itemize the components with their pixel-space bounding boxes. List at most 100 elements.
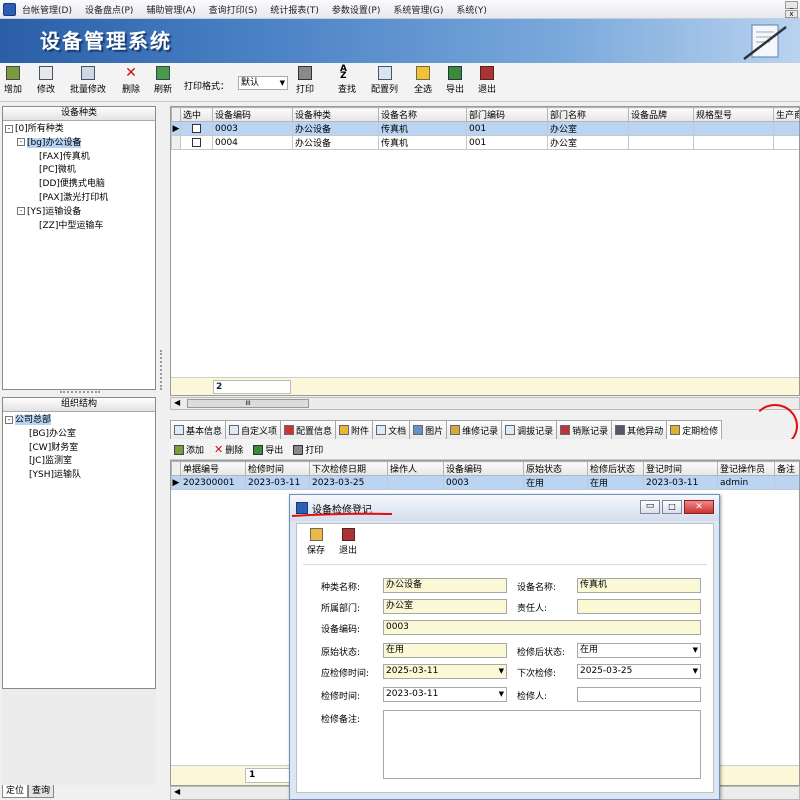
tree-node[interactable]: - [bg]办公设备 [5, 137, 108, 151]
close-icon[interactable]: ✕ [684, 500, 714, 514]
col-header[interactable]: 设备名称 [378, 107, 467, 122]
print-button[interactable]: 打印 [296, 66, 314, 95]
cell[interactable]: 2023-03-11 [643, 475, 718, 490]
maximize-icon[interactable]: □ [662, 500, 682, 514]
after-status-select[interactable]: 在用 [577, 643, 701, 658]
col-header[interactable]: 操作人 [387, 461, 444, 476]
dept-field[interactable]: 办公室 [383, 599, 507, 614]
cell[interactable]: 202300001 [180, 475, 246, 490]
dialog-exit-button[interactable]: 退出 [339, 528, 357, 556]
table-row[interactable]: ▶ 202300001 2023-03-11 2023-03-25 0003 在… [171, 475, 799, 490]
tree-node[interactable]: [ZZ]中型运输车 [5, 220, 108, 234]
tree-node[interactable]: - 公司总部 [5, 414, 81, 428]
scroll-thumb[interactable]: III [187, 399, 309, 408]
config-columns-button[interactable]: 配置列 [371, 66, 398, 95]
col-header[interactable]: 备注 [774, 461, 799, 476]
col-header[interactable]: 生产商 [773, 107, 799, 122]
splitter-handle[interactable] [60, 391, 100, 395]
tab-config[interactable]: 配置信息 [280, 420, 337, 439]
tree-node[interactable]: [BG]办公室 [5, 428, 81, 442]
tab-repair[interactable]: 维修记录 [446, 420, 503, 439]
device-name-field[interactable]: 传真机 [577, 578, 701, 593]
col-header[interactable]: 设备编码 [212, 107, 293, 122]
cell[interactable] [628, 135, 694, 150]
col-header[interactable]: 规格型号 [693, 107, 774, 122]
select-all-button[interactable]: 全选 [414, 66, 432, 95]
cell[interactable]: 在用 [523, 475, 588, 490]
cell[interactable]: 0004 [212, 135, 293, 150]
cell[interactable]: 0003 [212, 121, 293, 136]
menu-ledger[interactable]: 台帐管理(D) [22, 3, 72, 16]
cell[interactable]: 2023-03-25 [309, 475, 388, 490]
menu-system[interactable]: 系统(Y) [456, 3, 487, 16]
cell[interactable] [693, 135, 774, 150]
cell[interactable]: 办公室 [547, 135, 629, 150]
remark-textarea[interactable] [383, 710, 701, 779]
tab-basic-info[interactable]: 基本信息 [170, 420, 227, 439]
tree-node[interactable]: [PC]微机 [5, 164, 108, 178]
tab-image[interactable]: 图片 [409, 420, 448, 439]
cell[interactable] [773, 121, 799, 136]
col-header[interactable]: 原始状态 [523, 461, 588, 476]
cell[interactable]: 办公设备 [292, 121, 379, 136]
scroll-left-icon[interactable]: ◀ [174, 398, 180, 407]
next-select[interactable]: 2025-03-25 [577, 664, 701, 679]
collapse-icon[interactable]: - [17, 138, 25, 147]
add-button[interactable]: 增加 [4, 66, 22, 95]
refresh-button[interactable]: 刷新 [154, 66, 172, 95]
edit-button[interactable]: 修改 [37, 66, 55, 95]
cell[interactable] [774, 475, 799, 490]
minimize-icon[interactable]: ▭ [640, 500, 660, 514]
tab-query[interactable]: 查询 [28, 785, 55, 798]
col-header[interactable]: 登记时间 [643, 461, 718, 476]
cell[interactable]: 办公设备 [292, 135, 379, 150]
menu-sysmgmt[interactable]: 系统管理(G) [393, 3, 443, 16]
minimize-button[interactable]: _ [785, 1, 798, 9]
tab-document[interactable]: 文档 [372, 420, 411, 439]
dialog-save-button[interactable]: 保存 [307, 528, 325, 556]
sub-print-button[interactable]: 打印 [293, 443, 323, 456]
tree-node[interactable]: [YSH]运输队 [5, 469, 81, 483]
tab-periodic-maintenance[interactable]: 定期检修 [666, 420, 723, 439]
delete-button[interactable]: ✕ 删除 [122, 66, 140, 95]
col-header[interactable]: 设备品牌 [628, 107, 694, 122]
select-checkbox-cell[interactable] [180, 135, 213, 150]
col-header[interactable]: 检修时间 [245, 461, 310, 476]
sub-add-button[interactable]: 添加 [174, 443, 204, 456]
cell[interactable]: 办公室 [547, 121, 629, 136]
tree-node[interactable]: [JC]监测室 [5, 455, 81, 469]
tree-node[interactable]: [DD]便携式电脑 [5, 178, 108, 192]
select-checkbox[interactable] [192, 123, 201, 133]
col-header[interactable]: 检修后状态 [587, 461, 644, 476]
cell[interactable] [628, 121, 694, 136]
scroll-left-icon[interactable]: ◀ [174, 787, 180, 796]
menu-aux[interactable]: 辅助管理(A) [146, 3, 195, 16]
horizontal-scrollbar[interactable]: ◀ III [170, 397, 800, 410]
col-header[interactable]: 单据编号 [180, 461, 246, 476]
find-button[interactable]: A Z 查找 [338, 65, 356, 96]
export-button[interactable]: 导出 [446, 66, 464, 95]
cell[interactable]: 0003 [443, 475, 524, 490]
tree-node[interactable]: - [0]所有种类 [5, 123, 108, 137]
tab-other-changes[interactable]: 其他异动 [611, 420, 668, 439]
tab-locate[interactable]: 定位 [2, 785, 29, 798]
col-header[interactable]: 登记操作员 [717, 461, 775, 476]
cell[interactable] [773, 135, 799, 150]
category-field[interactable]: 办公设备 [383, 578, 507, 593]
col-header[interactable]: 部门名称 [547, 107, 629, 122]
close-button[interactable]: x [785, 10, 798, 18]
orig-status-field[interactable]: 在用 [383, 643, 507, 658]
cell[interactable]: 001 [466, 135, 548, 150]
tree-node[interactable]: [CW]财务室 [5, 442, 81, 456]
vertical-splitter-handle[interactable] [160, 350, 164, 390]
cell[interactable]: admin [717, 475, 775, 490]
tab-attachment[interactable]: 附件 [335, 420, 374, 439]
cell[interactable] [387, 475, 444, 490]
menu-params[interactable]: 参数设置(P) [332, 3, 380, 16]
table-row[interactable]: ▶ 0003 办公设备 传真机 001 办公室 [171, 121, 799, 136]
col-header[interactable]: 下次检修日期 [309, 461, 388, 476]
tree-node[interactable]: [FAX]传真机 [5, 151, 108, 165]
col-header[interactable]: 设备编码 [443, 461, 524, 476]
sub-delete-button[interactable]: ✕ 删除 [214, 443, 243, 456]
collapse-icon[interactable]: - [5, 415, 13, 424]
